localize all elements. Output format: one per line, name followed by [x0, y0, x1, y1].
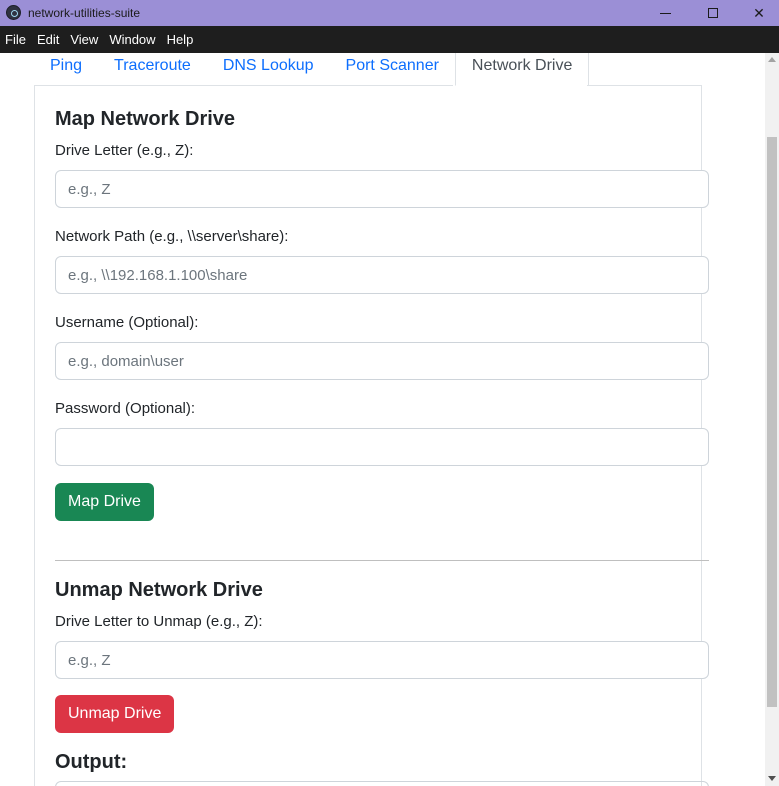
menu-view[interactable]: View	[65, 32, 104, 47]
tab-bar: Ping Traceroute DNS Lookup Port Scanner …	[34, 53, 590, 86]
unmap-drive-button[interactable]: Unmap Drive	[55, 695, 175, 733]
output-heading: Output:	[55, 751, 128, 773]
password-label: Password (Optional):	[55, 400, 196, 417]
maximize-icon	[708, 8, 718, 18]
close-button[interactable]: ✕	[736, 0, 779, 26]
close-icon: ✕	[753, 4, 765, 21]
tab-ping[interactable]: Ping	[34, 53, 98, 86]
unmap-drive-letter-label: Drive Letter to Unmap (e.g., Z):	[55, 613, 263, 630]
output-area	[55, 781, 709, 786]
unmap-drive-letter-input[interactable]	[55, 641, 709, 679]
scroll-up-icon[interactable]	[765, 55, 779, 65]
minimize-button[interactable]	[642, 0, 688, 26]
unmap-drive-heading: Unmap Network Drive	[55, 579, 263, 601]
drive-letter-input[interactable]	[55, 170, 709, 208]
menu-file[interactable]: File	[0, 32, 32, 47]
section-divider	[55, 560, 709, 561]
tab-network-drive[interactable]: Network Drive	[454, 53, 590, 86]
drive-letter-label: Drive Letter (e.g., Z):	[55, 142, 194, 159]
map-drive-button[interactable]: Map Drive	[55, 483, 154, 521]
app-icon	[6, 5, 21, 20]
map-drive-heading: Map Network Drive	[55, 108, 236, 130]
username-input[interactable]	[55, 342, 709, 380]
vertical-scrollbar[interactable]	[765, 53, 779, 786]
username-label: Username (Optional):	[55, 314, 199, 331]
menu-edit[interactable]: Edit	[32, 32, 65, 47]
menu-window[interactable]: Window	[104, 32, 161, 47]
network-path-input[interactable]	[55, 256, 709, 294]
window-title: network-utilities-suite	[28, 6, 141, 20]
menu-bar: File Edit View Window Help	[0, 26, 779, 53]
tab-port-scanner[interactable]: Port Scanner	[330, 53, 455, 86]
network-path-label: Network Path (e.g., \\server\share):	[55, 228, 289, 245]
scroll-down-icon[interactable]	[765, 774, 779, 784]
scrollbar-thumb[interactable]	[767, 137, 777, 707]
maximize-button[interactable]	[690, 0, 736, 26]
title-bar: network-utilities-suite ✕	[0, 0, 779, 26]
password-input[interactable]	[55, 428, 709, 466]
tab-dns-lookup[interactable]: DNS Lookup	[207, 53, 330, 86]
minimize-icon	[659, 12, 671, 14]
tab-traceroute[interactable]: Traceroute	[98, 53, 207, 86]
menu-help[interactable]: Help	[162, 32, 200, 47]
